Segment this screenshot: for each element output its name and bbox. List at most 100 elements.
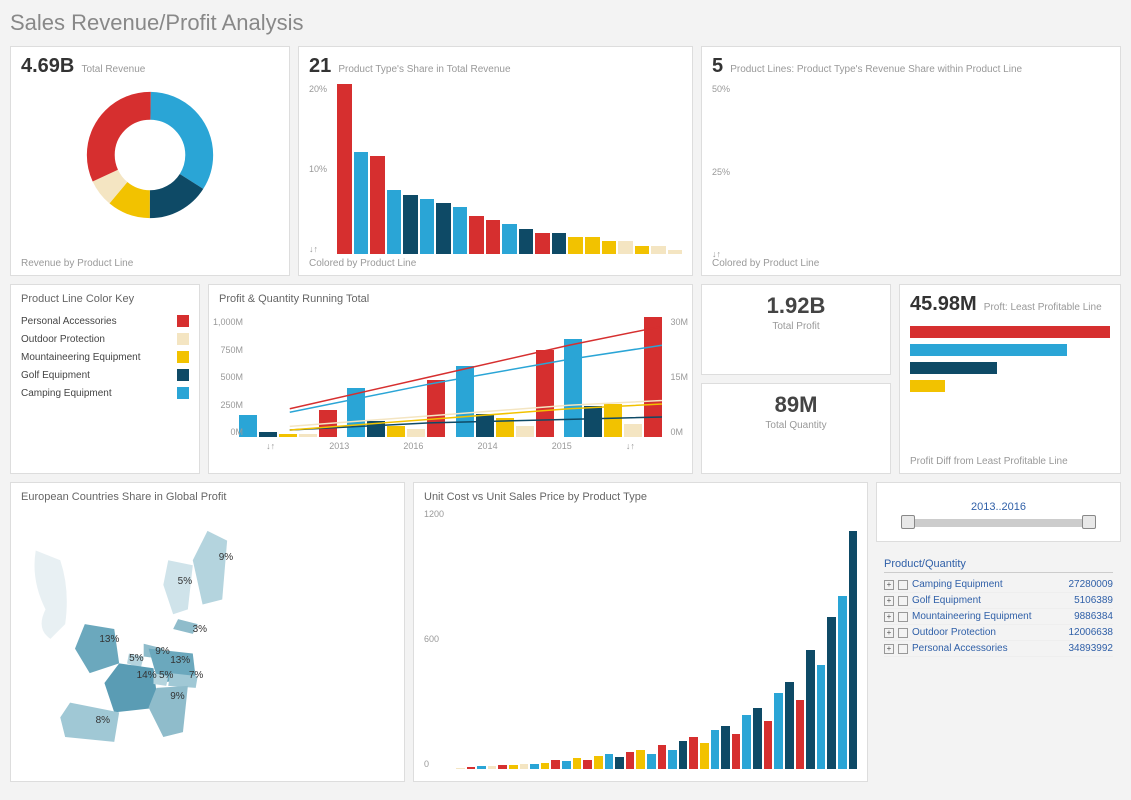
bar[interactable]: [564, 339, 582, 437]
bar[interactable]: [838, 596, 847, 769]
bar[interactable]: [849, 531, 858, 769]
bar[interactable]: [668, 250, 683, 254]
slider-thumb-left[interactable]: [901, 515, 915, 529]
bar[interactable]: [785, 682, 794, 769]
expand-icon[interactable]: +: [884, 644, 894, 654]
bar[interactable]: [453, 207, 468, 254]
bar[interactable]: [467, 767, 476, 769]
hbar[interactable]: [910, 326, 1110, 338]
running-chart[interactable]: 1,000M750M500M250M0M 30M15M0M: [219, 317, 682, 437]
bar[interactable]: [387, 426, 405, 437]
bar[interactable]: [299, 434, 317, 437]
bar[interactable]: [753, 708, 762, 769]
sort-icon[interactable]: ↓↑: [266, 441, 275, 451]
legend-item[interactable]: Camping Equipment: [21, 387, 189, 399]
bar[interactable]: [407, 429, 425, 437]
bar[interactable]: [354, 152, 369, 254]
tree-row[interactable]: +Camping Equipment27280009: [884, 577, 1113, 593]
unitcost-bars[interactable]: 12006000: [424, 509, 857, 769]
bar[interactable]: [668, 750, 677, 770]
tree-row[interactable]: +Golf Equipment5106389: [884, 593, 1113, 609]
bar[interactable]: [568, 237, 583, 254]
bar[interactable]: [536, 350, 554, 437]
bar[interactable]: [644, 317, 662, 437]
bar[interactable]: [551, 760, 560, 769]
bar[interactable]: [488, 766, 497, 769]
bar[interactable]: [651, 246, 666, 255]
bar[interactable]: [456, 366, 474, 437]
bar[interactable]: [530, 764, 539, 769]
bar[interactable]: [456, 768, 465, 769]
bar[interactable]: [279, 434, 297, 437]
bar[interactable]: [732, 734, 741, 769]
bar[interactable]: [594, 756, 603, 769]
bar[interactable]: [427, 380, 445, 437]
bar[interactable]: [742, 715, 751, 769]
hbar[interactable]: [910, 380, 945, 392]
checkbox[interactable]: [898, 644, 908, 654]
hbar[interactable]: [910, 344, 1067, 356]
bar[interactable]: [403, 195, 418, 255]
bar[interactable]: [573, 758, 582, 769]
bar[interactable]: [700, 743, 709, 769]
bar[interactable]: [519, 229, 534, 255]
bar[interactable]: [711, 730, 720, 769]
share5-bars[interactable]: 50%25%↓↑: [712, 84, 1110, 259]
checkbox[interactable]: [898, 596, 908, 606]
bar[interactable]: [509, 765, 518, 769]
checkbox[interactable]: [898, 628, 908, 638]
bar[interactable]: [764, 721, 773, 769]
checkbox[interactable]: [898, 580, 908, 590]
bar[interactable]: [420, 199, 435, 254]
bar[interactable]: [319, 410, 337, 437]
legend-item[interactable]: Personal Accessories: [21, 315, 189, 327]
bar[interactable]: [796, 700, 805, 769]
sort-icon[interactable]: ↓↑: [626, 441, 635, 451]
bar[interactable]: [516, 426, 534, 437]
europe-map[interactable]: 9%5%3%13%9%5%13%14%5%7%9%8%: [21, 509, 394, 749]
bar[interactable]: [602, 241, 617, 254]
sort-icon[interactable]: ↓↑: [309, 244, 318, 254]
tree-row[interactable]: +Outdoor Protection12006638: [884, 625, 1113, 641]
bar[interactable]: [605, 754, 614, 769]
bar[interactable]: [541, 763, 550, 770]
bar[interactable]: [585, 237, 600, 254]
expand-icon[interactable]: +: [884, 580, 894, 590]
bar[interactable]: [618, 241, 633, 254]
bar[interactable]: [259, 432, 277, 437]
bar[interactable]: [520, 764, 529, 769]
donut-chart[interactable]: [85, 90, 215, 220]
bar[interactable]: [583, 760, 592, 769]
bar[interactable]: [615, 757, 624, 769]
legend-item[interactable]: Golf Equipment: [21, 369, 189, 381]
bar[interactable]: [486, 220, 501, 254]
bar[interactable]: [626, 752, 635, 769]
share21-bars[interactable]: 20%10%↓↑: [309, 84, 682, 254]
leastprof-bars[interactable]: [910, 326, 1110, 392]
bar[interactable]: [604, 404, 622, 437]
expand-icon[interactable]: +: [884, 612, 894, 622]
bar[interactable]: [496, 418, 514, 437]
bar[interactable]: [774, 693, 783, 769]
legend-item[interactable]: Outdoor Protection: [21, 333, 189, 345]
bar[interactable]: [806, 650, 815, 769]
bar[interactable]: [469, 216, 484, 254]
bar[interactable]: [347, 388, 365, 437]
bar[interactable]: [817, 665, 826, 769]
bar[interactable]: [689, 737, 698, 770]
expand-icon[interactable]: +: [884, 628, 894, 638]
bar[interactable]: [552, 233, 567, 254]
bar[interactable]: [535, 233, 550, 254]
bar[interactable]: [367, 421, 385, 437]
bar[interactable]: [721, 726, 730, 769]
tree-row[interactable]: +Mountaineering Equipment9886384: [884, 609, 1113, 625]
bar[interactable]: [370, 156, 385, 254]
bar[interactable]: [498, 765, 507, 769]
bar[interactable]: [658, 745, 667, 769]
bar[interactable]: [624, 424, 642, 437]
checkbox[interactable]: [898, 612, 908, 622]
legend-item[interactable]: Mountaineering Equipment: [21, 351, 189, 363]
bar[interactable]: [436, 203, 451, 254]
bar[interactable]: [647, 754, 656, 769]
expand-icon[interactable]: +: [884, 596, 894, 606]
